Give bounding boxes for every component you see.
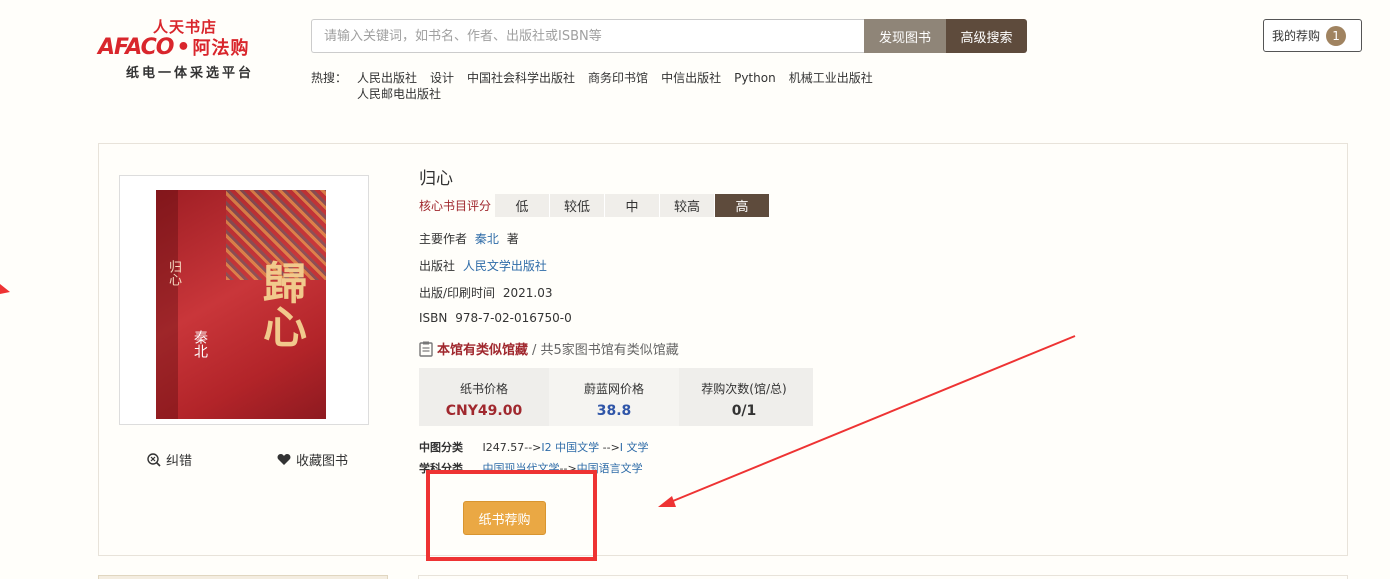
book-detail-panel: 归心 歸心 秦北 纠错 收藏图书 归心 核心书目评分 低 较低 中 较高 高 主… xyxy=(98,143,1348,556)
pubdate-value: 2021.03 xyxy=(502,286,553,300)
clc-level2-link[interactable]: I 文学 xyxy=(620,441,649,454)
logo-cn-name: 阿法购 xyxy=(192,38,250,59)
clc-prefix: I247.57--> xyxy=(482,441,542,454)
site-logo[interactable]: 人天书店 AFACO • 阿法购 纸电一体采选平台 xyxy=(98,14,288,84)
weilan-price-label: 蔚蓝网价格 xyxy=(583,382,644,396)
rating-level-lower: 较低 xyxy=(550,194,606,217)
my-recommend-button[interactable]: 我的荐购 1 xyxy=(1263,19,1362,52)
search-bar: 发现图书 高级搜索 xyxy=(311,19,1027,53)
secondary-panel-right xyxy=(418,575,1348,579)
book-author-row: 主要作者 秦北 著 xyxy=(419,230,519,247)
hot-search-item[interactable]: 人民邮电出版社 xyxy=(357,86,441,102)
isbn-label: ISBN xyxy=(419,311,448,325)
rating-level-high: 高 xyxy=(715,194,771,217)
favorite-book-button[interactable]: 收藏图书 xyxy=(277,450,348,469)
my-recommend-label: 我的荐购 xyxy=(1272,29,1321,43)
holdings-info: 本馆有类似馆藏 / 共5家图书馆有类似馆藏 xyxy=(419,339,679,358)
clc-classification: 中图分类 I247.57-->I2 中国文学 -->I 文学 xyxy=(419,439,649,455)
weilan-price: 蔚蓝网价格 38.8 xyxy=(549,368,679,426)
book-isbn-row: ISBN 978-7-02-016750-0 xyxy=(419,311,572,325)
cover-title: 歸心 xyxy=(255,260,306,348)
core-rating: 核心书目评分 低 较低 中 较高 高 xyxy=(419,194,771,217)
hot-search-item[interactable]: 设计 xyxy=(430,70,454,86)
annotation-highlight-box xyxy=(426,470,597,561)
holdings-summary: / 共5家图书馆有类似馆藏 xyxy=(532,343,679,358)
book-pubdate-row: 出版/印刷时间 2021.03 xyxy=(419,284,553,301)
rating-level-low: 低 xyxy=(495,194,551,217)
favorite-book-label: 收藏图书 xyxy=(296,454,349,469)
paper-price-label: 纸书价格 xyxy=(459,382,508,396)
heart-icon xyxy=(277,454,291,465)
hot-search-item[interactable]: Python xyxy=(734,70,776,86)
search-input[interactable] xyxy=(311,19,864,53)
paper-price-value: CNY49.00 xyxy=(445,403,523,419)
rating-level-higher: 较高 xyxy=(660,194,716,217)
cover-side-title: 归心 xyxy=(166,260,181,286)
weilan-price-value: 38.8 xyxy=(596,403,632,419)
report-error-label: 纠错 xyxy=(166,454,193,469)
logo-slogan: 纸电一体采选平台 xyxy=(126,66,255,81)
book-cover-frame: 归心 歸心 秦北 xyxy=(119,175,369,425)
book-publisher-row: 出版社 人民文学出版社 xyxy=(419,257,551,274)
author-label: 主要作者 xyxy=(419,232,468,246)
recommend-count: 荐购次数(馆/总) 0/1 xyxy=(679,368,809,426)
advanced-search-button[interactable]: 高级搜索 xyxy=(946,19,1027,53)
hot-search-item[interactable]: 中信出版社 xyxy=(661,70,721,86)
publisher-label: 出版社 xyxy=(419,259,456,273)
discover-books-button[interactable]: 发现图书 xyxy=(864,19,946,53)
hot-search-item[interactable]: 人民出版社 xyxy=(357,70,417,86)
secondary-panel-left xyxy=(98,575,388,579)
local-holdings-link[interactable]: 本馆有类似馆藏 xyxy=(437,339,528,358)
book-title: 归心 xyxy=(419,169,453,189)
my-recommend-count-badge: 1 xyxy=(1326,25,1347,46)
clc-level1-link[interactable]: I2 中国文学 xyxy=(541,441,599,454)
clipboard-icon xyxy=(419,341,433,357)
paper-price: 纸书价格 CNY49.00 xyxy=(419,368,549,426)
hot-search-item[interactable]: 中国社会科学出版社 xyxy=(467,70,575,86)
logo-mark-text: AFACO xyxy=(98,35,174,60)
author-link[interactable]: 秦北 xyxy=(475,232,499,246)
publisher-link[interactable]: 人民文学出版社 xyxy=(463,259,547,273)
pubdate-label: 出版/印刷时间 xyxy=(419,286,496,300)
hot-searches-label: 热搜： xyxy=(311,71,348,85)
core-rating-label: 核心书目评分 xyxy=(419,199,492,213)
search-correct-icon xyxy=(147,452,161,467)
hot-search-item[interactable]: 商务印书馆 xyxy=(588,70,648,86)
clc-separator: --> xyxy=(599,441,620,454)
author-suffix: 著 xyxy=(506,232,519,246)
clc-label: 中图分类 xyxy=(419,441,463,454)
rating-level-mid: 中 xyxy=(605,194,661,217)
isbn-value: 978-7-02-016750-0 xyxy=(455,311,572,325)
price-summary: 纸书价格 CNY49.00 蔚蓝网价格 38.8 荐购次数(馆/总) 0/1 xyxy=(419,368,813,426)
left-edge-marker-icon xyxy=(0,284,10,294)
logo-mark: AFACO • 阿法购 xyxy=(98,35,250,60)
hot-search-item[interactable]: 机械工业出版社 xyxy=(789,70,873,86)
book-cover-image[interactable]: 归心 歸心 秦北 xyxy=(156,190,326,419)
recommend-count-label: 荐购次数(馆/总) xyxy=(701,382,787,396)
cover-author: 秦北 xyxy=(192,330,208,358)
report-error-button[interactable]: 纠错 xyxy=(147,450,192,469)
recommend-count-value: 0/1 xyxy=(731,403,757,419)
